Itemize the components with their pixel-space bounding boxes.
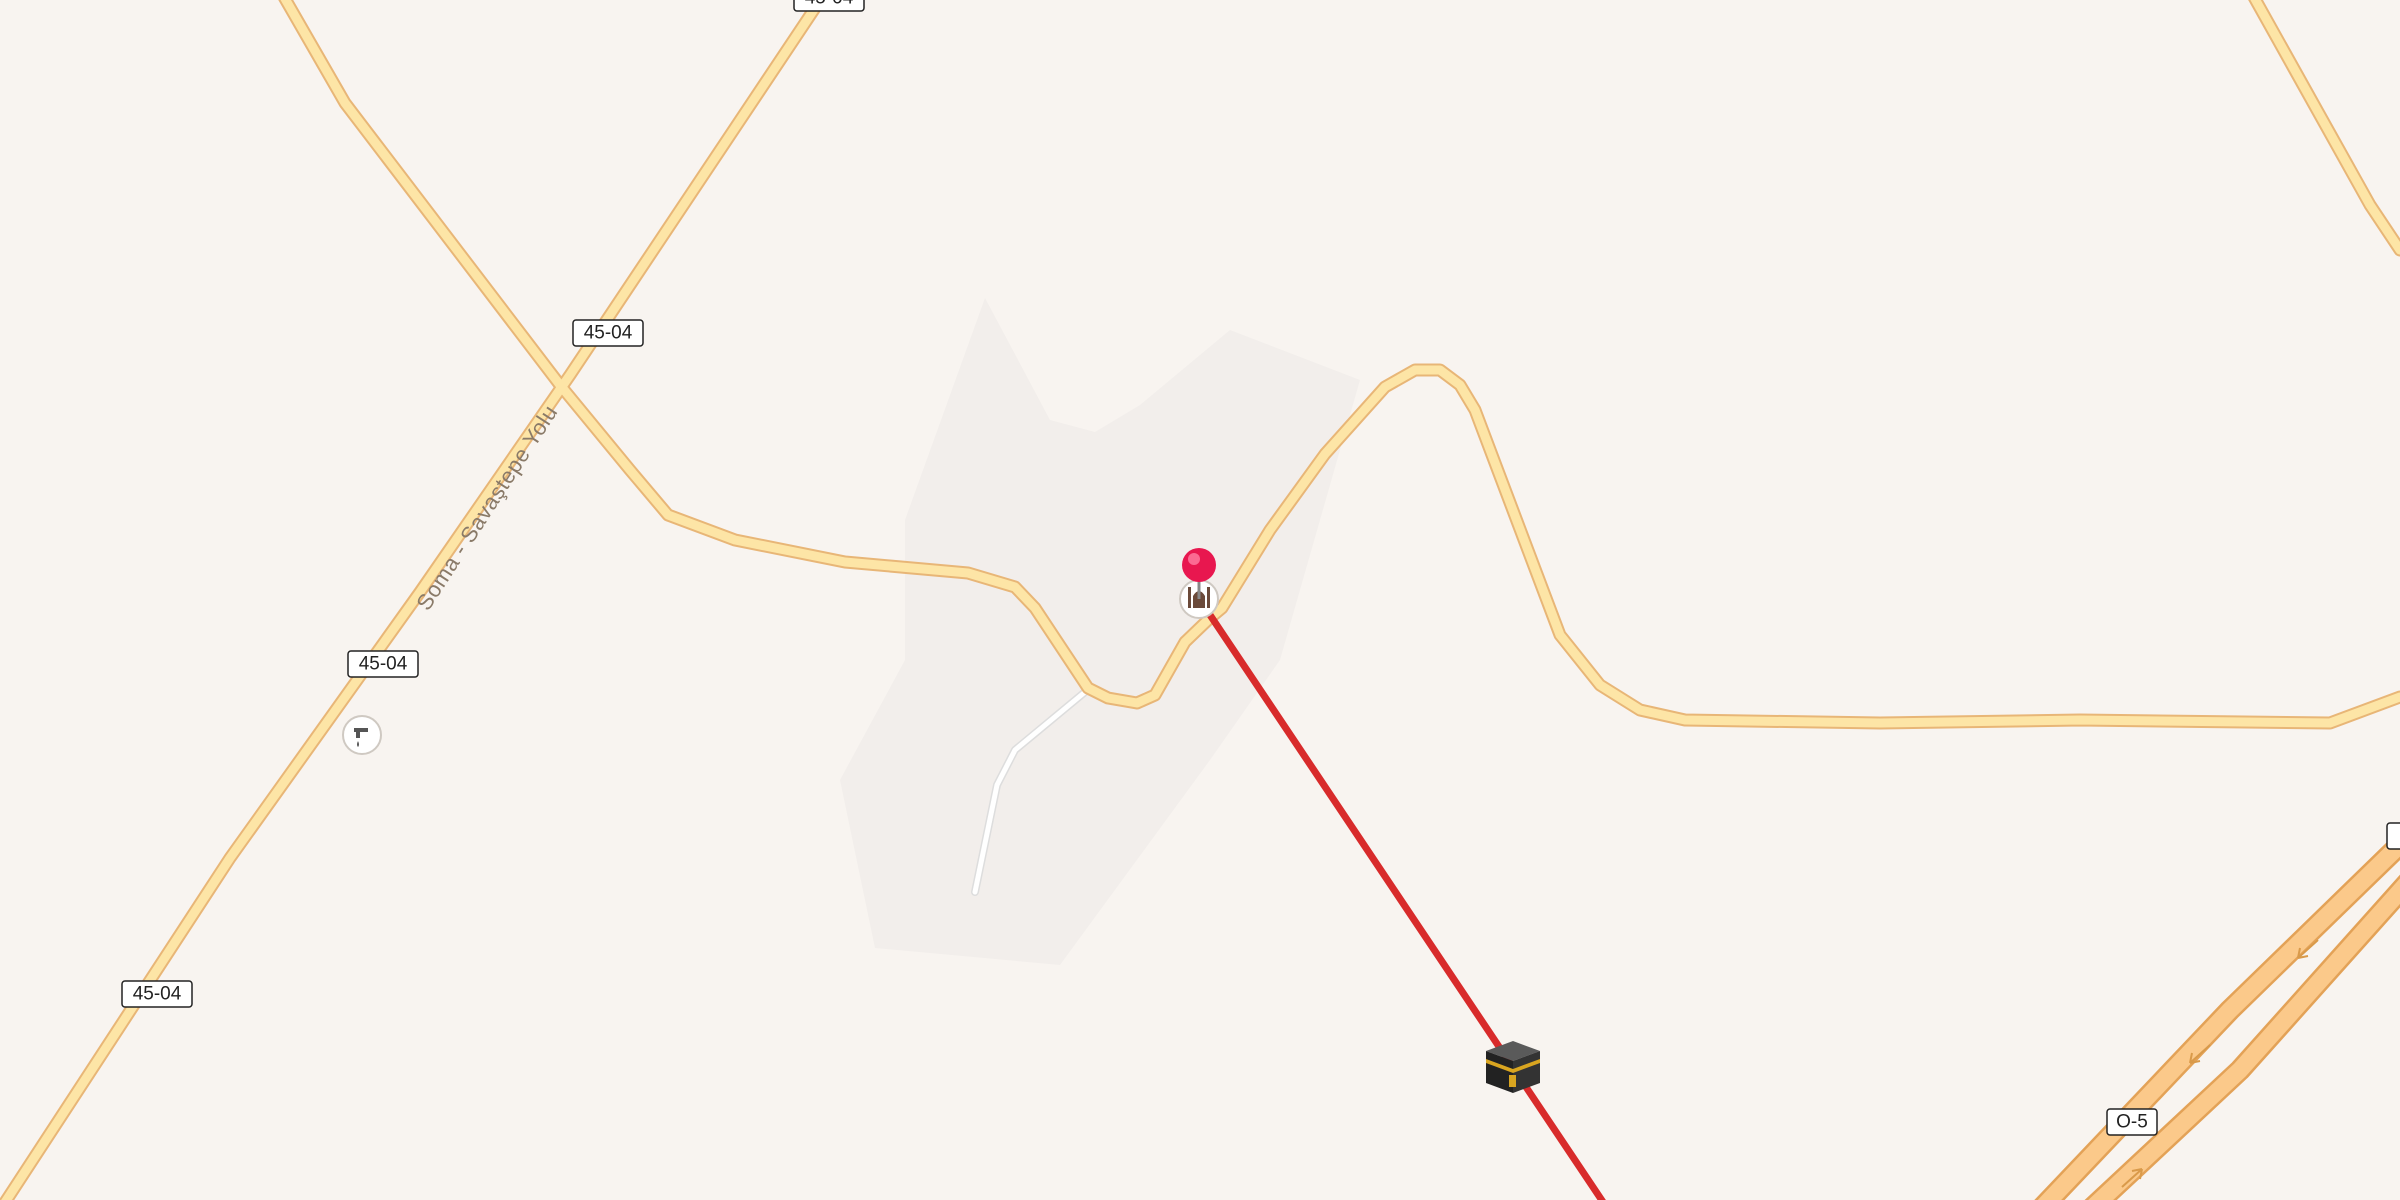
svg-text:45-04: 45-04 [805,0,854,9]
svg-text:45-04: 45-04 [133,984,182,1005]
map-canvas[interactable]: Soma - Savaştepe Yolu 45-04 45-04 45-04 … [0,0,2400,1200]
kaaba-icon[interactable] [1486,1041,1540,1093]
drinking-water-icon[interactable] [342,715,382,755]
road-shield-45-04-top: 45-04 [793,0,865,12]
road-shield-45-04-b: 45-04 [347,650,419,678]
road-shield-45-04-c: 45-04 [121,980,193,1008]
road-shield-edge [2386,822,2400,850]
road-shield-45-04-a: 45-04 [572,319,644,347]
svg-text:O-5: O-5 [2116,1112,2148,1133]
svg-text:45-04: 45-04 [359,654,408,675]
road-shield-o5: O-5 [2106,1108,2158,1136]
svg-text:45-04: 45-04 [584,323,633,344]
